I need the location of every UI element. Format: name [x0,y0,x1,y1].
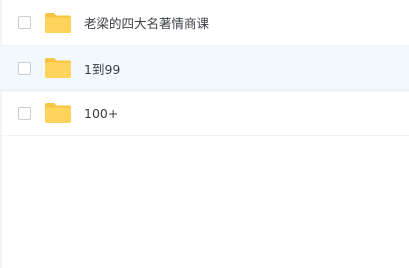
file-browser: 老梁的四大名著情商课 1到99 100+ [0,0,409,268]
folder-icon [44,102,72,124]
folder-name[interactable]: 100+ [84,106,118,121]
folder-row[interactable]: 100+ [0,91,409,136]
row-checkbox[interactable] [18,61,31,75]
file-list: 老梁的四大名著情商课 1到99 100+ [0,0,409,136]
row-checkbox[interactable] [18,16,31,29]
folder-row[interactable]: 老梁的四大名著情商课 [0,0,409,46]
folder-icon [44,57,72,79]
row-checkbox[interactable] [18,106,31,120]
folder-icon [44,12,72,34]
folder-name[interactable]: 老梁的四大名著情商课 [84,13,209,32]
folder-row[interactable]: 1到99 [0,46,409,91]
folder-name[interactable]: 1到99 [84,59,120,78]
